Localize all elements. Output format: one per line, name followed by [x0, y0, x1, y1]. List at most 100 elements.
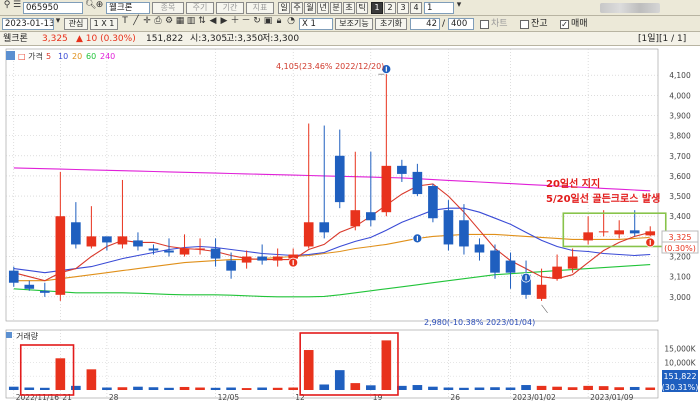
volume-bar	[241, 388, 252, 390]
calendar-dropdown-icon[interactable]: ▾	[54, 16, 62, 28]
visible-count-input[interactable]: 42	[410, 18, 440, 30]
crosshair-icon[interactable]: ✛	[142, 16, 152, 28]
current-price-label: 3,325	[669, 233, 692, 242]
volume-bar	[521, 385, 531, 390]
line-tool-icon[interactable]: ╱	[131, 16, 141, 28]
volume-bar	[148, 387, 159, 390]
settings-icon[interactable]: ⚙	[164, 16, 174, 28]
legend-ma10: 10	[58, 52, 68, 61]
callout-line-2: 5/20일선 골든크로스 발생	[546, 192, 660, 205]
low-annotation: 2,980(-10.38% 2023/01/04)	[424, 318, 535, 327]
chevron-down-icon[interactable]: ▾	[455, 0, 463, 12]
stock-code-input[interactable]: 065950	[23, 2, 83, 14]
stock-name-field: 웰크론	[106, 2, 150, 14]
period-tab-month[interactable]: 월	[304, 2, 316, 14]
legend-ma60: 60	[86, 52, 96, 61]
volume-bar	[428, 386, 438, 390]
period-tab-year[interactable]: 년	[317, 2, 329, 14]
date-tick-label: 12/05	[218, 393, 240, 402]
period-button[interactable]: 기간	[216, 2, 244, 14]
volume-bar	[645, 387, 656, 390]
toolbar-secondary: 2023-01-13 ▾ 관심 1 X 1 T ╱ ✛ ⎙ ⚙ ▦ ▥ ⇅ ◀ …	[0, 16, 700, 45]
legend-price: □ 가격	[18, 51, 43, 61]
unit-button[interactable]: 1 X 1	[90, 18, 118, 30]
chart-menu-icon[interactable]	[6, 51, 15, 60]
date-tick-label: 2023/01/09	[590, 393, 633, 402]
candle-body	[8, 270, 19, 283]
chart-type-icon[interactable]: ▥	[186, 16, 196, 28]
volume-label: 거래량	[16, 331, 39, 341]
refresh-icon[interactable]: ↻	[252, 16, 262, 28]
candle-body	[443, 210, 454, 245]
count-button-2[interactable]: 2	[384, 2, 396, 14]
volume-bar	[24, 387, 35, 390]
date-input[interactable]: 2023-01-13	[2, 18, 54, 30]
signal-badge-mark	[385, 66, 387, 72]
volume-bar	[614, 387, 625, 390]
high-annotation: 4,105(23.46% 2022/12/20)	[276, 62, 384, 71]
reset-button[interactable]: 초기화	[375, 18, 407, 30]
price-tick-label: 3,200	[669, 253, 691, 262]
candle-body	[428, 186, 438, 219]
chart-toggle-checkbox[interactable]	[480, 20, 489, 29]
volume-bar	[39, 387, 50, 390]
info-price: 3,325	[42, 34, 68, 44]
menu-icon[interactable]: ☰	[12, 0, 22, 12]
trade-checkbox[interactable]: ✓	[560, 20, 569, 29]
helper-button[interactable]: 보조기능	[335, 18, 373, 30]
legend-ma240: 240	[100, 52, 115, 61]
price-tick-label: 4,000	[669, 91, 691, 100]
count-button-4[interactable]: 4	[410, 2, 422, 14]
volume-menu-icon[interactable]	[6, 332, 12, 338]
price-chart[interactable]: 3,0003,1003,2003,3003,4003,5003,6003,700…	[0, 47, 700, 403]
count-button-1[interactable]: 1	[371, 2, 383, 14]
candle-body	[117, 236, 128, 245]
save-icon[interactable]: ▣	[263, 16, 273, 28]
candle-body	[614, 230, 625, 235]
multiplier-select[interactable]: X 1	[299, 18, 333, 30]
lock-icon[interactable]: 🔒︎	[274, 16, 284, 28]
grid-icon[interactable]: ▦	[175, 16, 185, 28]
zoom-out-icon[interactable]: －	[241, 16, 251, 28]
period-tab-minute[interactable]: 분	[330, 2, 342, 14]
pin-icon[interactable]: ⚲	[2, 0, 12, 12]
volume-bar	[303, 350, 314, 390]
interest-button[interactable]: 관심	[64, 18, 88, 30]
legend-ma20: 20	[72, 52, 82, 61]
candle-body	[505, 260, 516, 273]
zoom-icon[interactable]: ⊕	[95, 0, 104, 12]
volume-bar	[8, 386, 19, 390]
volume-bar	[272, 387, 283, 390]
volume-bar	[443, 387, 454, 390]
period-tab-week[interactable]: 주	[291, 2, 303, 14]
chart-toggle-label: 차트	[491, 19, 508, 29]
count-input[interactable]: 1	[424, 2, 454, 14]
bell-icon[interactable]: ◔	[286, 16, 296, 28]
info-low: 저:3,300	[262, 34, 300, 44]
volume-bar	[583, 385, 593, 390]
arrow-left-icon[interactable]: ◀	[208, 16, 218, 28]
price-tick-label: 3,000	[669, 293, 691, 302]
volume-bar	[412, 385, 423, 390]
balance-checkbox[interactable]	[520, 20, 529, 29]
count-button-3[interactable]: 3	[397, 2, 409, 14]
search-icon[interactable]: 🔍︎	[85, 0, 96, 12]
period-tab-day[interactable]: 일	[278, 2, 290, 14]
indicator-button[interactable]: 지표	[246, 2, 274, 14]
print-icon[interactable]: ⎙	[153, 16, 163, 28]
period-indicator: [1일][1 / 1]	[638, 34, 687, 44]
candle-body	[583, 232, 593, 241]
date-tick-label: 2023/01/02	[513, 393, 556, 402]
text-tool-icon[interactable]: T	[120, 16, 130, 28]
stock-button[interactable]: 종목	[152, 2, 184, 14]
volume-bar	[536, 385, 547, 390]
volume-bar	[179, 386, 190, 390]
period-tab-tick[interactable]: 틱	[356, 2, 368, 14]
compare-icon[interactable]: ⇅	[197, 16, 207, 28]
candle-body	[567, 256, 578, 269]
cycle-button[interactable]: 주기	[186, 2, 214, 14]
period-tab-second[interactable]: 초	[343, 2, 355, 14]
candle-body	[133, 240, 143, 247]
zoom-in-icon[interactable]: ＋	[230, 16, 240, 28]
arrow-right-icon[interactable]: ▶	[219, 16, 229, 28]
